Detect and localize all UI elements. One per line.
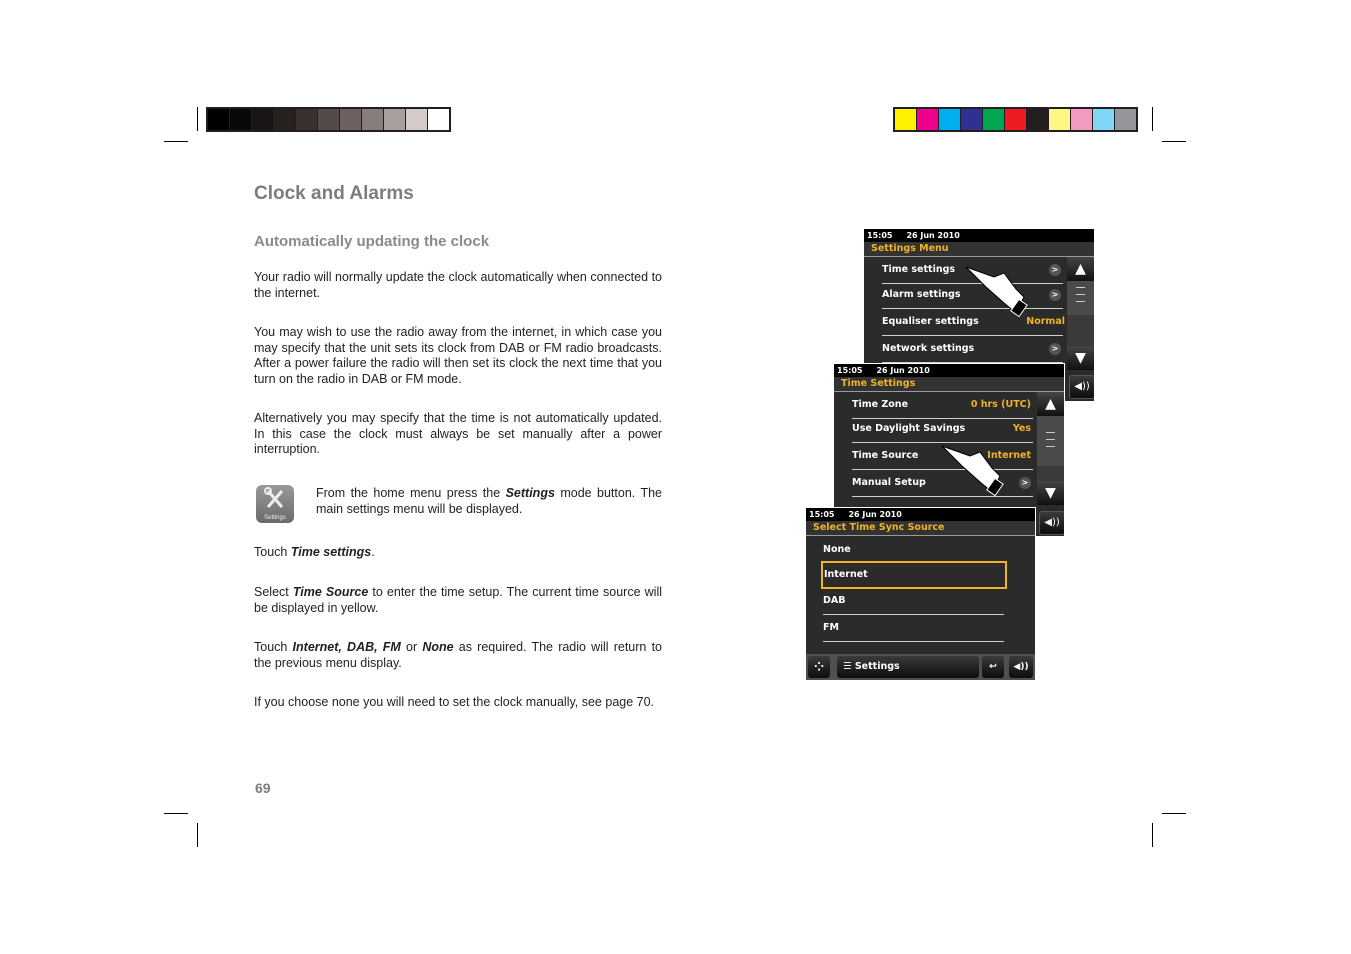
scroll-down-button[interactable]: ▼ <box>1037 481 1064 505</box>
chevron-right-icon: > <box>1049 289 1061 301</box>
volume-button[interactable]: ◀)) <box>1009 656 1033 678</box>
settings-mode-icon: Settings <box>256 485 294 523</box>
screen-title: Time Settings <box>834 377 1064 392</box>
daylight-savings-value: Yes <box>1012 423 1031 434</box>
option-internet-selected[interactable]: Internet <box>821 561 1007 589</box>
settings-breadcrumb-button[interactable]: ☰ Settings <box>837 656 979 678</box>
scroll-up-button[interactable]: ▲ <box>1067 257 1094 281</box>
paragraph-manual: Alternatively you may specify that the t… <box>254 411 662 456</box>
crop-mark <box>1152 107 1153 131</box>
scroll-down-button[interactable]: ▼ <box>1067 346 1094 370</box>
color-swatch <box>406 109 427 130</box>
paragraph-away-from-internet: You may wish to use the radio away from … <box>254 325 662 386</box>
crop-mark <box>1162 141 1186 142</box>
color-swatch <box>384 109 405 130</box>
crop-mark <box>164 813 188 814</box>
chevron-right-icon: > <box>1049 264 1061 276</box>
back-button[interactable]: ↩ <box>982 656 1004 678</box>
color-swatch <box>961 109 982 130</box>
menu-item-time-zone[interactable]: Time Zone 0 hrs (UTC) <box>852 392 1033 419</box>
time-sync-source-screen: 15:05 26 Jun 2010 Select Time Sync Source… <box>805 507 1036 681</box>
color-swatch <box>296 109 317 130</box>
color-swatch <box>362 109 383 130</box>
scroll-thumb[interactable] <box>1067 281 1094 315</box>
color-swatch <box>1093 109 1114 130</box>
color-swatch <box>1027 109 1048 130</box>
crop-mark <box>164 141 188 142</box>
option-dab[interactable]: DAB <box>823 588 1004 615</box>
crop-mark <box>1162 813 1186 814</box>
menu-item-network-settings[interactable]: Network settings > <box>882 336 1063 363</box>
color-swatch <box>274 109 295 130</box>
color-swatch <box>895 109 916 130</box>
crop-mark <box>197 107 198 131</box>
clock-time: 15:05 <box>867 231 893 240</box>
wrench-icon <box>264 487 284 508</box>
crop-mark <box>1152 823 1153 847</box>
color-swatch <box>1115 109 1136 130</box>
color-swatch <box>208 109 229 130</box>
scrollbar[interactable]: ▲ ▼ <box>1067 257 1094 370</box>
status-bar: 15:05 26 Jun 2010 <box>834 364 1064 377</box>
status-bar: 15:05 26 Jun 2010 <box>806 508 1035 521</box>
paragraph-intro: Your radio will normally update the cloc… <box>254 270 662 300</box>
pointing-hand-icon <box>941 445 1004 497</box>
color-swatch <box>983 109 1004 130</box>
color-swatch <box>1071 109 1092 130</box>
scroll-thumb[interactable] <box>1037 416 1064 466</box>
pointing-hand-icon <box>965 266 1028 318</box>
chevron-right-icon: > <box>1049 343 1061 355</box>
color-swatch <box>428 109 449 130</box>
color-swatch <box>340 109 361 130</box>
volume-button[interactable]: ◀)) <box>1039 511 1064 535</box>
menu-item-daylight-savings[interactable]: Use Daylight Savings Yes <box>852 416 1033 443</box>
settings-breadcrumb-label: Settings <box>854 661 900 672</box>
clock-date: 26 Jun 2010 <box>848 510 902 519</box>
grayscale-color-bar <box>206 107 451 132</box>
chevron-right-icon: > <box>1019 477 1031 489</box>
bottom-toolbar: ⁘ ☰ Settings ↩ ◀)) <box>806 654 1035 680</box>
settings-icon-label: Settings <box>264 515 286 521</box>
screen-title: Settings Menu <box>864 242 1094 257</box>
color-swatch <box>917 109 938 130</box>
scroll-up-button[interactable]: ▲ <box>1037 392 1064 416</box>
clock-time: 15:05 <box>837 366 863 375</box>
color-swatch <box>1005 109 1026 130</box>
scrollbar[interactable]: ▲ ▼ <box>1037 392 1064 505</box>
color-swatch <box>252 109 273 130</box>
option-fm[interactable]: FM <box>823 615 1004 642</box>
color-swatch <box>939 109 960 130</box>
process-color-bar <box>893 107 1138 132</box>
page-number: 69 <box>255 780 271 796</box>
crop-mark <box>197 823 198 847</box>
paragraph-settings-step: From the home menu press the Settings mo… <box>316 486 662 516</box>
clock-time: 15:05 <box>809 510 835 519</box>
option-none[interactable]: None <box>823 537 1004 563</box>
paragraph-touch-time-settings: Touch Time settings. <box>254 545 375 559</box>
section-heading: Automatically updating the clock <box>254 233 490 250</box>
color-swatch <box>318 109 339 130</box>
color-swatch <box>230 109 251 130</box>
screen-title: Select Time Sync Source <box>806 521 1035 536</box>
color-swatch <box>1049 109 1070 130</box>
status-bar: 15:05 26 Jun 2010 <box>864 229 1094 242</box>
home-button[interactable]: ⁘ <box>808 656 830 678</box>
paragraph-select-time-source: Select Time Source to enter the time set… <box>254 585 662 615</box>
page-title: Clock and Alarms <box>254 183 414 204</box>
time-zone-value: 0 hrs (UTC) <box>970 399 1031 410</box>
clock-date: 26 Jun 2010 <box>906 231 960 240</box>
volume-button[interactable]: ◀)) <box>1069 375 1094 399</box>
paragraph-choose-none: If you choose none you will need to set … <box>254 695 655 709</box>
paragraph-touch-source: Touch Internet, DAB, FM or None as requi… <box>254 640 662 670</box>
menu-icon: ☰ <box>843 661 852 672</box>
clock-date: 26 Jun 2010 <box>876 366 930 375</box>
